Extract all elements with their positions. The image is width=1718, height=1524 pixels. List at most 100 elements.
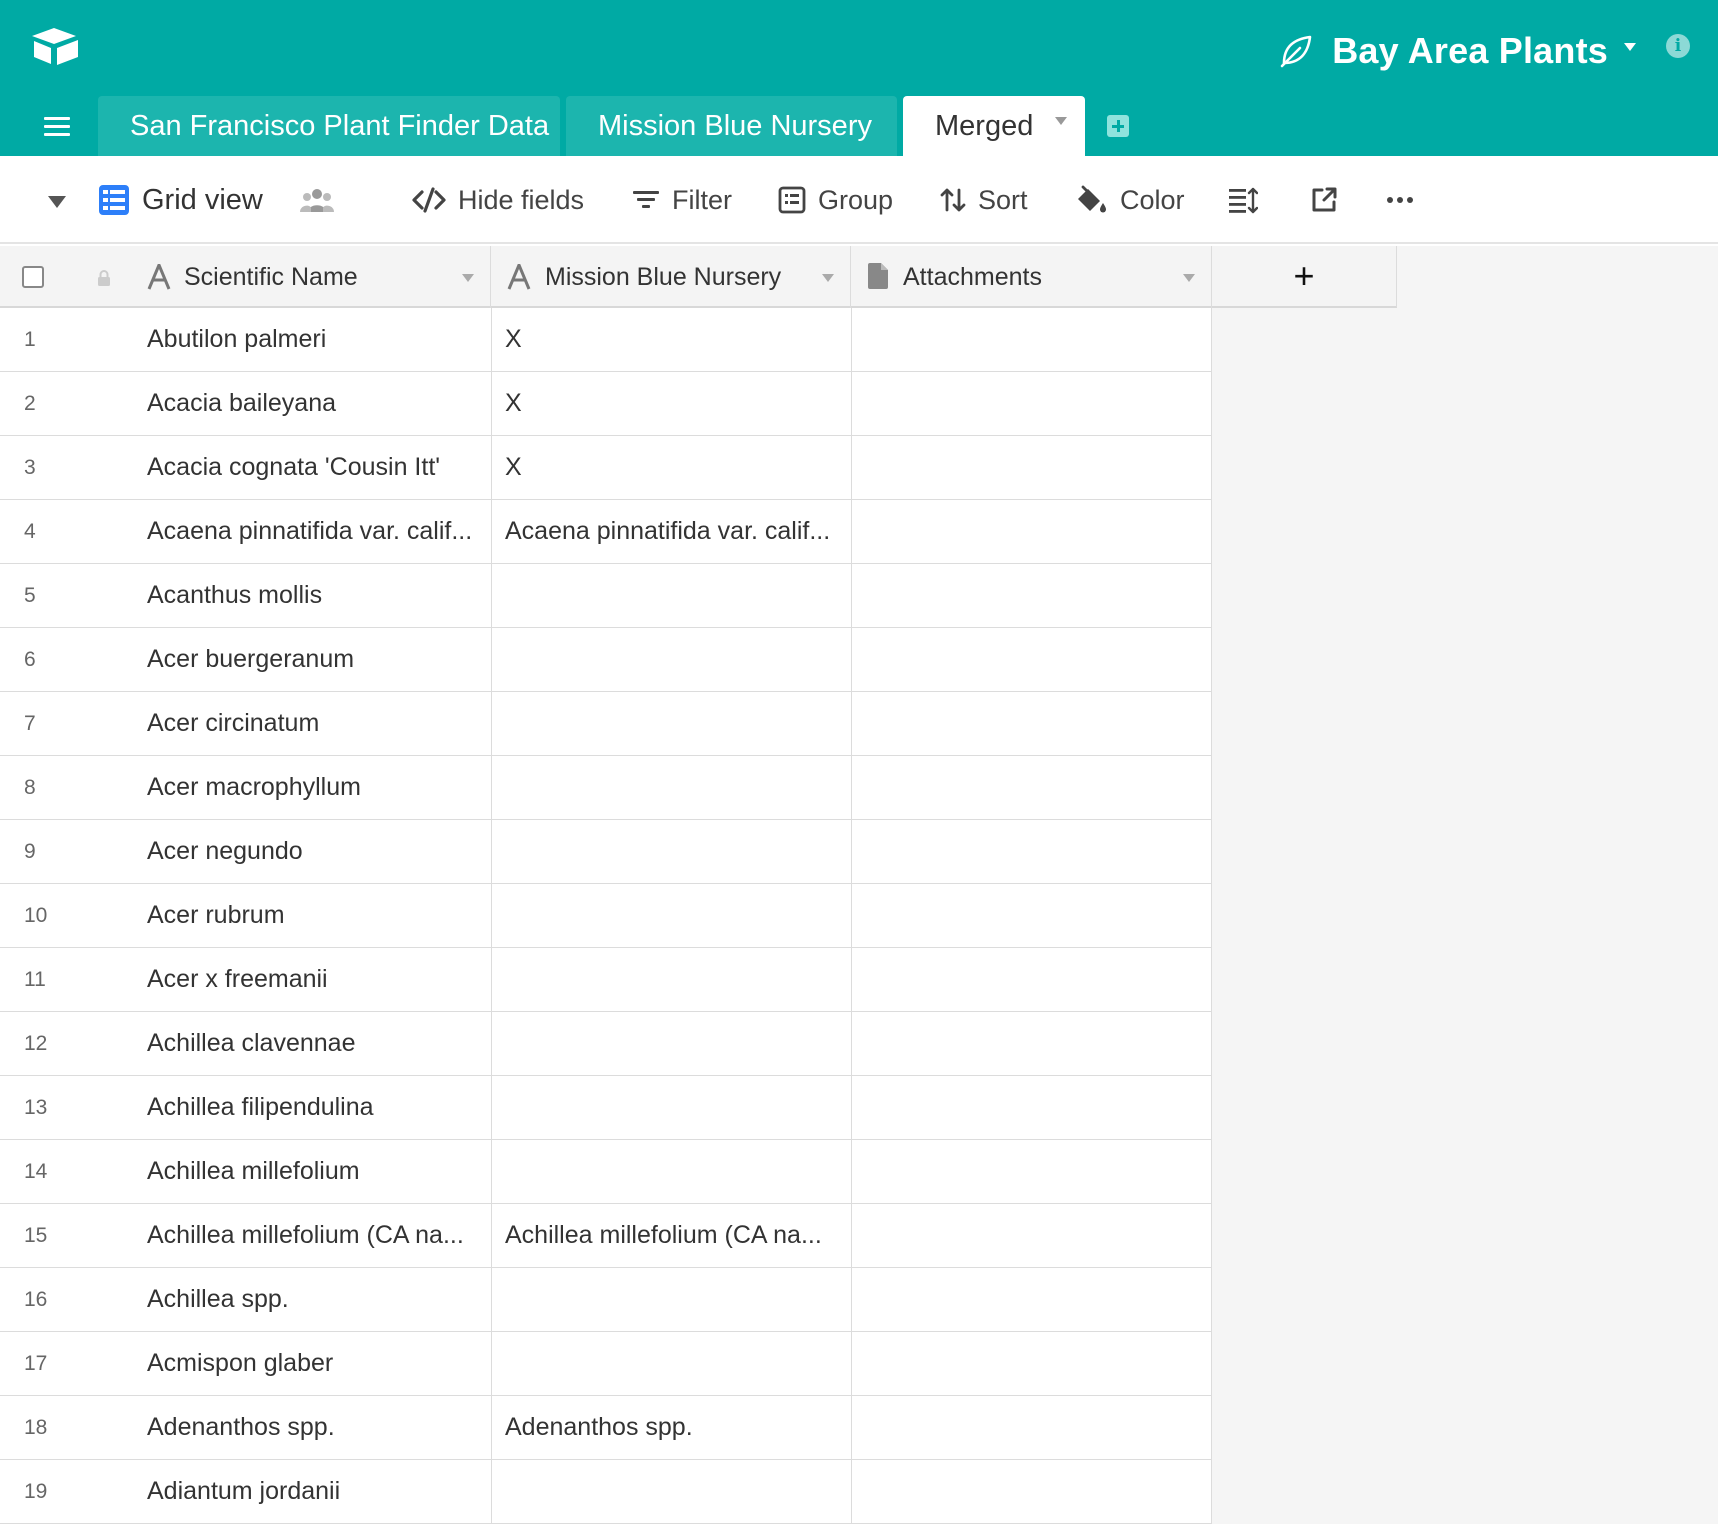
cell-mission-blue-nursery[interactable]: Adenanthos spp. [491, 1396, 851, 1459]
cell-attachments[interactable] [851, 884, 1212, 947]
cell-scientific-name[interactable]: Achillea filipendulina [147, 1076, 490, 1139]
cell-attachments[interactable] [851, 1076, 1212, 1139]
cell-attachments[interactable] [851, 1140, 1212, 1203]
table-row[interactable]: 7 Acer circinatum [0, 692, 1212, 756]
cell-scientific-name[interactable]: Acacia baileyana [147, 372, 490, 435]
cell-mission-blue-nursery[interactable]: X [491, 372, 851, 435]
cell-attachments[interactable] [851, 1332, 1212, 1395]
share-view-button[interactable] [1310, 156, 1350, 244]
hamburger-menu-icon[interactable] [44, 117, 70, 137]
cell-attachments[interactable] [851, 500, 1212, 563]
table-row[interactable]: 8 Acer macrophyllum [0, 756, 1212, 820]
cell-scientific-name[interactable]: Achillea spp. [147, 1268, 490, 1331]
cell-scientific-name[interactable]: Adiantum jordanii [147, 1460, 490, 1523]
table-row[interactable]: 3 Acacia cognata 'Cousin Itt' X [0, 436, 1212, 500]
cell-scientific-name[interactable]: Acer rubrum [147, 884, 490, 947]
cell-attachments[interactable] [851, 1268, 1212, 1331]
table-row[interactable]: 5 Acanthus mollis [0, 564, 1212, 628]
column-header-mission-blue-nursery[interactable]: Mission Blue Nursery [491, 246, 851, 308]
add-table-icon[interactable] [1107, 115, 1129, 137]
cell-mission-blue-nursery[interactable] [491, 756, 851, 819]
cell-attachments[interactable] [851, 308, 1212, 371]
sort-button[interactable]: Sort [940, 156, 1028, 244]
cell-scientific-name[interactable]: Acer buergeranum [147, 628, 490, 691]
views-sidebar-toggle-icon[interactable] [48, 196, 66, 208]
tab-merged[interactable]: Merged [903, 96, 1085, 156]
cell-scientific-name[interactable]: Achillea millefolium [147, 1140, 490, 1203]
table-row[interactable]: 1 Abutilon palmeri X [0, 308, 1212, 372]
more-options-button[interactable] [1386, 156, 1426, 244]
cell-attachments[interactable] [851, 628, 1212, 691]
cell-scientific-name[interactable]: Acacia cognata 'Cousin Itt' [147, 436, 490, 499]
table-row[interactable]: 9 Acer negundo [0, 820, 1212, 884]
cell-mission-blue-nursery[interactable]: X [491, 436, 851, 499]
cell-mission-blue-nursery[interactable] [491, 948, 851, 1011]
cell-scientific-name[interactable]: Acmispon glaber [147, 1332, 490, 1395]
cell-attachments[interactable] [851, 756, 1212, 819]
tab-mission-blue-nursery[interactable]: Mission Blue Nursery [566, 96, 897, 156]
chevron-down-icon[interactable] [1183, 274, 1195, 282]
airtable-logo-icon[interactable] [30, 26, 82, 68]
cell-mission-blue-nursery[interactable]: Achillea millefolium (CA na... [491, 1204, 851, 1267]
table-row[interactable]: 11 Acer x freemanii [0, 948, 1212, 1012]
cell-attachments[interactable] [851, 436, 1212, 499]
cell-scientific-name[interactable]: Abutilon palmeri [147, 308, 490, 371]
cell-mission-blue-nursery[interactable] [491, 564, 851, 627]
cell-scientific-name[interactable]: Acanthus mollis [147, 564, 490, 627]
column-header-scientific-name[interactable]: Scientific Name [0, 246, 491, 308]
hide-fields-button[interactable]: Hide fields [412, 156, 584, 244]
cell-scientific-name[interactable]: Acer negundo [147, 820, 490, 883]
cell-scientific-name[interactable]: Adenanthos spp. [147, 1396, 490, 1459]
cell-mission-blue-nursery[interactable] [491, 692, 851, 755]
table-row[interactable]: 6 Acer buergeranum [0, 628, 1212, 692]
group-button[interactable]: Group [778, 156, 893, 244]
table-row[interactable]: 10 Acer rubrum [0, 884, 1212, 948]
filter-button[interactable]: Filter [632, 156, 732, 244]
cell-mission-blue-nursery[interactable] [491, 820, 851, 883]
table-row[interactable]: 16 Achillea spp. [0, 1268, 1212, 1332]
cell-scientific-name[interactable]: Acer macrophyllum [147, 756, 490, 819]
cell-mission-blue-nursery[interactable] [491, 628, 851, 691]
chevron-down-icon[interactable] [822, 274, 834, 282]
table-row[interactable]: 18 Adenanthos spp. Adenanthos spp. [0, 1396, 1212, 1460]
color-button[interactable]: Color [1074, 156, 1185, 244]
info-icon[interactable]: i [1666, 34, 1690, 58]
table-row[interactable]: 14 Achillea millefolium [0, 1140, 1212, 1204]
cell-attachments[interactable] [851, 1012, 1212, 1075]
cell-mission-blue-nursery[interactable]: X [491, 308, 851, 371]
table-row[interactable]: 19 Adiantum jordanii [0, 1460, 1212, 1524]
cell-mission-blue-nursery[interactable] [491, 1460, 851, 1523]
cell-attachments[interactable] [851, 1204, 1212, 1267]
cell-mission-blue-nursery[interactable] [491, 1268, 851, 1331]
view-switcher[interactable]: Grid view [98, 156, 263, 244]
cell-mission-blue-nursery[interactable] [491, 884, 851, 947]
collaborative-view-icon[interactable] [300, 156, 346, 244]
table-row[interactable]: 4 Acaena pinnatifida var. calif... Acaena … [0, 500, 1212, 564]
row-height-button[interactable] [1228, 156, 1270, 244]
table-row[interactable]: 2 Acacia baileyana X [0, 372, 1212, 436]
cell-mission-blue-nursery[interactable] [491, 1140, 851, 1203]
cell-attachments[interactable] [851, 948, 1212, 1011]
cell-attachments[interactable] [851, 564, 1212, 627]
cell-mission-blue-nursery[interactable] [491, 1012, 851, 1075]
table-row[interactable]: 13 Achillea filipendulina [0, 1076, 1212, 1140]
tab-san-francisco-plant-finder-data[interactable]: San Francisco Plant Finder Data [98, 96, 560, 156]
chevron-down-icon[interactable] [1055, 117, 1068, 125]
table-row[interactable]: 15 Achillea millefolium (CA na... Achillea… [0, 1204, 1212, 1268]
cell-attachments[interactable] [851, 1460, 1212, 1523]
column-header-attachments[interactable]: Attachments [851, 246, 1212, 308]
cell-mission-blue-nursery[interactable] [491, 1332, 851, 1395]
table-row[interactable]: 17 Acmispon glaber [0, 1332, 1212, 1396]
cell-mission-blue-nursery[interactable]: Acaena pinnatifida var. calif... [491, 500, 851, 563]
cell-attachments[interactable] [851, 820, 1212, 883]
cell-scientific-name[interactable]: Achillea millefolium (CA na... [147, 1204, 490, 1267]
table-row[interactable]: 12 Achillea clavennae [0, 1012, 1212, 1076]
base-title[interactable]: Bay Area Plants [1278, 26, 1636, 76]
add-field-button[interactable]: + [1212, 246, 1397, 308]
cell-attachments[interactable] [851, 692, 1212, 755]
chevron-down-icon[interactable] [462, 274, 474, 282]
cell-attachments[interactable] [851, 372, 1212, 435]
cell-mission-blue-nursery[interactable] [491, 1076, 851, 1139]
cell-scientific-name[interactable]: Acaena pinnatifida var. calif... [147, 500, 490, 563]
cell-scientific-name[interactable]: Acer circinatum [147, 692, 490, 755]
